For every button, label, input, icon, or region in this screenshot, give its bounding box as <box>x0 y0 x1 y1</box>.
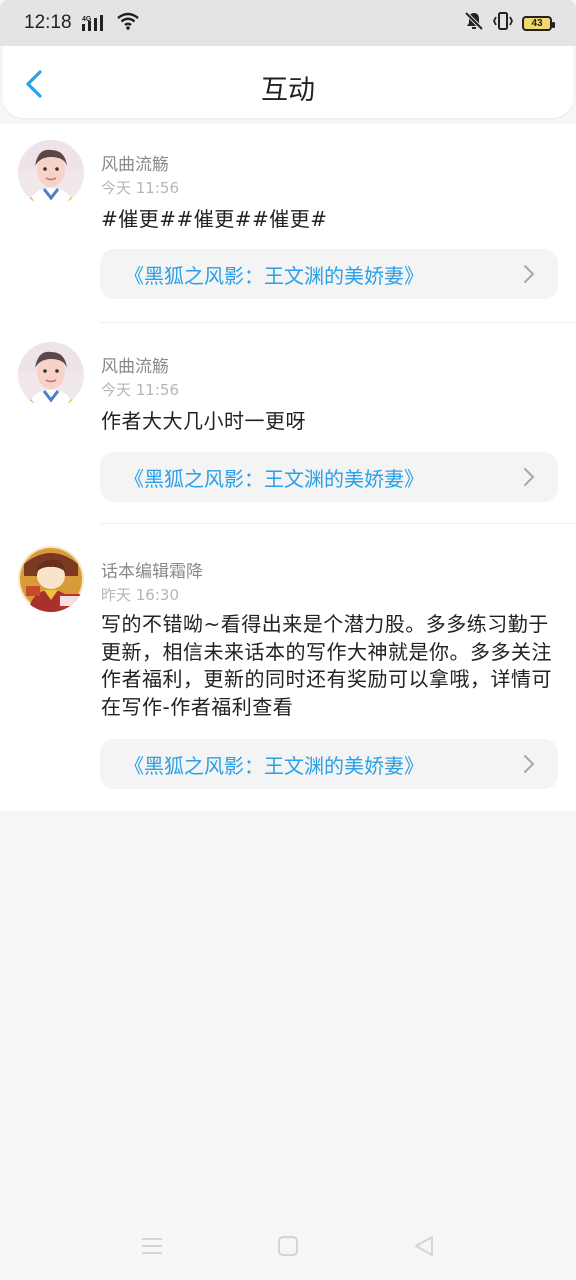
comment-time: 今天 11:56 <box>101 179 179 197</box>
comment-text: 作者大大几小时一更呀 <box>101 409 306 433</box>
avatar[interactable] <box>18 546 84 612</box>
book-link[interactable]: 《黑狐之风影：王文渊的美娇妻》 <box>100 739 558 789</box>
user-name: 风曲流觞 <box>101 357 169 377</box>
home-icon <box>278 1236 298 1256</box>
user-name: 风曲流觞 <box>101 155 169 175</box>
header: 互动 <box>2 46 574 118</box>
battery-level: 43 <box>531 17 543 29</box>
status-right: 43 <box>464 11 555 35</box>
chevron-right-icon <box>524 755 535 773</box>
chevron-right-icon <box>524 265 535 283</box>
divider <box>100 523 576 524</box>
book-title: 《黑狐之风影：王文渊的美娇妻》 <box>124 263 424 288</box>
chevron-right-icon <box>524 468 535 486</box>
menu-button[interactable] <box>138 1234 166 1260</box>
avatar[interactable] <box>18 140 84 206</box>
system-nav-bar <box>0 1212 576 1280</box>
nav-back-button[interactable] <box>410 1234 438 1260</box>
list-item: 话本编辑霜降 昨天 16:30 写的不错呦~看得出来是个潜力股。多多练习勤于更新… <box>0 527 576 811</box>
book-title: 《黑狐之风影：王文渊的美娇妻》 <box>124 466 424 491</box>
home-button[interactable] <box>274 1234 302 1260</box>
vibrate-icon <box>492 11 514 35</box>
signal-icon: 4G <box>81 14 106 32</box>
back-icon <box>415 1236 433 1256</box>
comment-text: 写的不错呦~看得出来是个潜力股。多多练习勤于更新，相信未来话本的写作大神就是你。… <box>101 612 552 719</box>
interaction-list: 风曲流觞 今天 11:56 #催更##催更##催更# 《黑狐之风影：王文渊的美娇… <box>0 124 576 811</box>
status-left: 12:18 4G <box>24 11 140 35</box>
book-link[interactable]: 《黑狐之风影：王文渊的美娇妻》 <box>100 452 558 502</box>
comment-time: 昨天 16:30 <box>101 586 179 604</box>
menu-icon <box>142 1238 162 1254</box>
list-item: 风曲流觞 今天 11:56 #催更##催更##催更# 《黑狐之风影：王文渊的美娇… <box>0 124 576 326</box>
book-title: 《黑狐之风影：王文渊的美娇妻》 <box>124 753 424 778</box>
user-name: 话本编辑霜降 <box>101 562 203 582</box>
comment-text: #催更##催更##催更# <box>101 207 328 231</box>
book-link[interactable]: 《黑狐之风影：王文渊的美娇妻》 <box>100 249 558 299</box>
status-time: 12:18 <box>24 12 72 33</box>
list-item: 风曲流觞 今天 11:56 作者大大几小时一更呀 《黑狐之风影：王文渊的美娇妻》 <box>0 326 576 527</box>
avatar[interactable] <box>18 342 84 408</box>
mute-icon <box>464 11 484 35</box>
battery-icon: 43 <box>522 15 555 31</box>
wifi-icon <box>116 11 140 35</box>
divider <box>100 322 576 323</box>
comment-time: 今天 11:56 <box>101 381 179 399</box>
screen: 12:18 4G 43 互动 风曲流觞 今天 11:56 #催更##催更##催更… <box>0 0 576 1280</box>
status-bar: 12:18 4G 43 <box>0 0 576 46</box>
page-title: 互动 <box>261 75 315 106</box>
